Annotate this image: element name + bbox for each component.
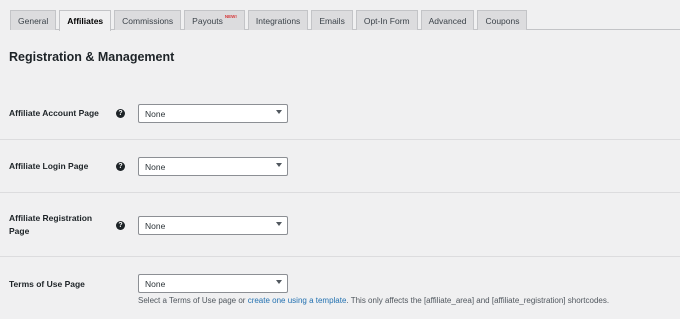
chevron-down-icon [276,110,282,114]
tab-integrations-label: Integrations [255,15,301,26]
tab-opt-in-form[interactable]: Opt-In Form [355,10,418,30]
terms-description: Select a Terms of Use page or create one… [138,296,609,305]
affiliate-login-page-label: Affiliate Login Page [9,161,89,171]
tab-general-label: General [18,15,49,26]
select-value: None [145,278,166,289]
help-glyph: ? [118,110,123,117]
tab-emails[interactable]: Emails [311,10,353,30]
affiliate-registration-page-select[interactable]: None [138,216,288,235]
create-template-link[interactable]: create one using a template [248,296,347,305]
terms-of-use-page-label: Terms of Use Page [9,279,85,289]
chevron-down-icon [276,222,282,226]
tab-opt-in-form-label: Opt-In Form [363,15,410,26]
tab-commissions-label: Commissions [122,15,174,26]
help-icon[interactable]: ? [116,109,125,118]
tab-integrations[interactable]: Integrations [247,10,309,30]
tab-advanced-label: Advanced [428,15,467,26]
settings-tabs: General Affiliates Commissions Payouts NE… [10,10,680,31]
select-value: None [145,220,166,231]
tab-advanced[interactable]: Advanced [420,10,475,30]
tab-payouts-label: Payouts [192,15,223,26]
terms-description-before: Select a Terms of Use page or [138,296,248,305]
tab-coupons[interactable]: Coupons [477,10,528,30]
help-glyph: ? [118,222,123,229]
row-divider [0,256,680,257]
affiliate-account-page-select[interactable]: None [138,104,288,123]
affiliate-login-page-select[interactable]: None [138,157,288,176]
help-icon[interactable]: ? [116,221,125,230]
chevron-down-icon [276,280,282,284]
tab-affiliates-label: Affiliates [67,16,104,26]
select-value: None [145,161,166,172]
row-divider [0,139,680,140]
chevron-down-icon [276,163,282,167]
tab-coupons-label: Coupons [485,15,520,26]
tab-affiliates[interactable]: Affiliates [59,10,112,31]
terms-description-after: . This only affects the [affiliate_area]… [346,296,610,305]
help-glyph: ? [118,163,123,170]
tab-general[interactable]: General [10,10,57,30]
help-icon[interactable]: ? [116,162,125,171]
tab-payouts[interactable]: Payouts NEW! [184,10,245,30]
select-value: None [145,108,166,119]
new-badge: NEW! [224,14,237,19]
tab-emails-label: Emails [319,15,345,26]
affiliate-registration-page-label: Affiliate Registration Page [9,213,93,236]
row-divider [0,192,680,193]
terms-of-use-page-select[interactable]: None [138,274,288,293]
affiliate-account-page-label: Affiliate Account Page [9,108,99,118]
tab-commissions[interactable]: Commissions [114,10,182,30]
section-title: Registration & Management [9,50,175,64]
